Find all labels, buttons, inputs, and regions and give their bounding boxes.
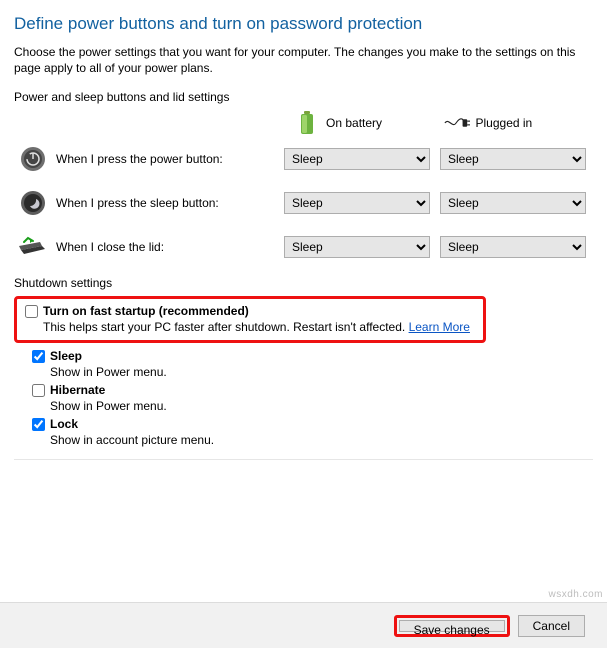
link-learn-more[interactable]: Learn More [409, 320, 470, 334]
row-close-lid-label: When I close the lid: [56, 240, 284, 254]
lid-battery-select[interactable]: Sleep [284, 236, 430, 258]
row-power-button-label: When I press the power button: [56, 152, 284, 166]
checkbox-hibernate[interactable] [32, 384, 45, 397]
label-hibernate: Hibernate [50, 383, 105, 397]
section-shutdown-label: Shutdown settings [14, 276, 593, 290]
sleep-button-battery-select[interactable]: Sleep [284, 192, 430, 214]
sub-hibernate: Show in Power menu. [50, 399, 593, 413]
power-button-plugged-select[interactable]: Sleep [440, 148, 586, 170]
section-power-sleep-label: Power and sleep buttons and lid settings [14, 90, 593, 104]
footer: Save changes Cancel [0, 602, 607, 648]
battery-icon [294, 110, 320, 136]
sub-fast-startup: This helps start your PC faster after sh… [43, 320, 475, 334]
lid-icon [18, 232, 48, 262]
page-description: Choose the power settings that you want … [14, 44, 593, 76]
row-close-lid: When I close the lid: Sleep Sleep [14, 232, 593, 262]
row-sleep-button-label: When I press the sleep button: [56, 196, 284, 210]
highlight-fast-startup: Turn on fast startup (recommended) This … [14, 296, 486, 343]
watermark: wsxdh.com [548, 589, 603, 600]
row-power-button: When I press the power button: Sleep Sle… [14, 144, 593, 174]
label-lock: Lock [50, 417, 78, 431]
header-plugged-in-label: Plugged in [476, 116, 533, 130]
item-hibernate: Hibernate Show in Power menu. [32, 383, 593, 413]
row-sleep-button: When I press the sleep button: Sleep Sle… [14, 188, 593, 218]
save-button[interactable]: Save changes [399, 620, 505, 632]
plug-icon [444, 110, 470, 136]
lid-plugged-select[interactable]: Sleep [440, 236, 586, 258]
item-lock: Lock Show in account picture menu. [32, 417, 593, 447]
power-button-battery-select[interactable]: Sleep [284, 148, 430, 170]
sleep-button-plugged-select[interactable]: Sleep [440, 192, 586, 214]
separator [14, 459, 593, 460]
label-sleep: Sleep [50, 349, 82, 363]
cancel-button[interactable]: Cancel [518, 615, 585, 637]
highlight-save-button: Save changes [394, 615, 510, 637]
checkbox-sleep[interactable] [32, 350, 45, 363]
item-sleep: Sleep Show in Power menu. [32, 349, 593, 379]
sleep-button-icon [18, 188, 48, 218]
sub-lock: Show in account picture menu. [50, 433, 593, 447]
checkbox-lock[interactable] [32, 418, 45, 431]
power-button-icon [18, 144, 48, 174]
column-headers: On battery Plugged in [14, 110, 593, 136]
header-on-battery-label: On battery [326, 116, 382, 130]
header-on-battery: On battery [294, 110, 444, 136]
sub-sleep: Show in Power menu. [50, 365, 593, 379]
label-fast-startup: Turn on fast startup (recommended) [43, 304, 249, 318]
checkbox-fast-startup[interactable] [25, 305, 38, 318]
page-title: Define power buttons and turn on passwor… [14, 14, 593, 34]
header-plugged-in: Plugged in [444, 110, 594, 136]
